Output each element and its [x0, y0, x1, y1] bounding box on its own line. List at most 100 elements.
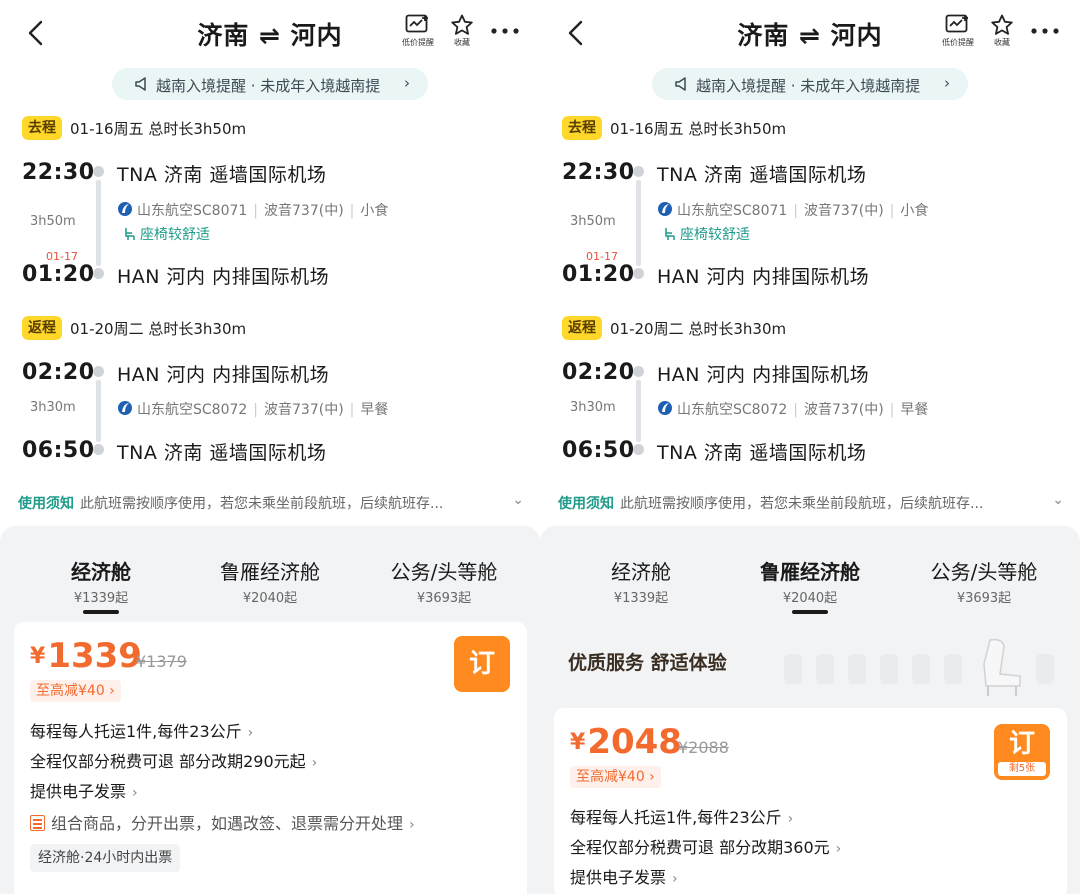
remaining-badge: 剩5张	[998, 762, 1046, 776]
chevron-right-icon: ›	[944, 74, 950, 92]
usage-notice-label: 使用须知	[558, 496, 614, 512]
tab-price: ¥3693起	[956, 591, 1012, 606]
tab-price: ¥2040起	[242, 591, 298, 606]
price-watch-label: 低价提醒	[942, 38, 974, 47]
return-info: 01-20周二 总时长3h30m	[70, 320, 247, 338]
original-price: ¥1379	[136, 652, 187, 671]
entry-notice-banner[interactable]: 越南入境提醒 · 未成年入境越南提 ›	[652, 68, 968, 100]
usage-notice-text: 此航班需按顺序使用，若您未乘坐前段航班，后续航班存...	[620, 496, 984, 512]
return-meal: 早餐	[360, 402, 389, 418]
return-arr-time: 06:50	[562, 438, 635, 463]
timeline-line	[636, 180, 641, 266]
usage-notice-text: 此航班需按顺序使用，若您未乘坐前段航班，后续航班存...	[80, 496, 444, 512]
timeline-dot	[93, 166, 104, 177]
return-info: 01-20周二 总时长3h30m	[610, 320, 787, 338]
fare-card: ¥1339 ¥1379 至高减¥40 › 订 每程每人托运1件,每件23公斤 › …	[14, 622, 527, 894]
combo-notice[interactable]: 组合商品，分开出票，如遇改签、退票需分开处理 ›	[30, 810, 415, 834]
entry-notice-banner[interactable]: 越南入境提醒 · 未成年入境越南提 ›	[112, 68, 428, 100]
tab-price: ¥3693起	[416, 591, 472, 606]
more-icon[interactable]	[1030, 26, 1060, 36]
timeline-line	[96, 180, 101, 266]
star-icon	[991, 14, 1013, 35]
invoice-rule[interactable]: 提供电子发票 ›	[570, 864, 678, 888]
tab-luyan-economy[interactable]: 鲁雁经济舱 ¥2040起	[210, 556, 330, 606]
return-meal: 早餐	[900, 402, 929, 418]
original-price: ¥2088	[678, 738, 729, 757]
return-arr-airport: TNA 济南 遥墙国际机场	[657, 442, 867, 464]
seat-icon	[665, 228, 675, 240]
return-tag: 返程	[22, 316, 62, 340]
timeline-dot	[633, 166, 644, 177]
tab-price: ¥2040起	[782, 591, 838, 606]
megaphone-icon	[675, 77, 686, 91]
tab-price: ¥1339起	[613, 591, 669, 606]
invoice-rule[interactable]: 提供电子发票 ›	[30, 778, 138, 802]
book-button[interactable]: 订剩5张	[994, 724, 1050, 780]
book-button[interactable]: 订	[454, 636, 510, 692]
fare-price: ¥2048	[570, 722, 682, 762]
return-dep-airport: HAN 河内 内排国际机场	[657, 364, 870, 386]
return-tag: 返程	[562, 316, 602, 340]
usage-notice[interactable]: 使用须知 此航班需按顺序使用，若您未乘坐前段航班，后续航班存... ⌄	[558, 493, 1064, 513]
outbound-aircraft: 波音737(中)	[264, 203, 344, 219]
star-icon	[451, 14, 473, 35]
usage-notice[interactable]: 使用须知 此航班需按顺序使用，若您未乘坐前段航班，后续航班存... ⌄	[18, 493, 524, 513]
outbound-aircraft: 波音737(中)	[804, 203, 884, 219]
outbound-meal: 小食	[900, 203, 929, 219]
outbound-arr-airport: HAN 河内 内排国际机场	[657, 266, 870, 288]
tab-economy[interactable]: 经济舱 ¥1339起	[60, 556, 142, 614]
outbound-duration: 3h50m	[30, 214, 76, 229]
price-watch-button[interactable]: 低价提醒	[938, 14, 978, 48]
discount-badge[interactable]: 至高减¥40 ›	[30, 680, 121, 702]
timeline-dot	[633, 366, 644, 377]
favorite-label: 收藏	[454, 38, 470, 47]
tab-name: 鲁雁经济舱	[220, 560, 320, 584]
baggage-rule[interactable]: 每程每人托运1件,每件23公斤 ›	[30, 718, 253, 742]
tab-economy[interactable]: 经济舱 ¥1339起	[600, 556, 682, 606]
outbound-arr-time: 01:20	[562, 262, 635, 287]
outbound-dep-airport: TNA 济南 遥墙国际机场	[117, 164, 327, 186]
return-flight-row: 山东航空SC8072 | 波音737(中) | 早餐	[117, 399, 388, 419]
outbound-arr-time: 01:20	[22, 262, 95, 287]
favorite-button[interactable]: 收藏	[442, 14, 482, 48]
combo-doc-icon	[30, 815, 45, 831]
price-watch-icon	[945, 14, 968, 33]
return-dep-time: 02:20	[22, 360, 95, 385]
return-dep-airport: HAN 河内 内排国际机场	[117, 364, 330, 386]
favorite-button[interactable]: 收藏	[982, 14, 1022, 48]
entry-notice-text: 越南入境提醒 · 未成年入境越南提	[696, 77, 921, 95]
tab-business-first[interactable]: 公务/头等舱 ¥3693起	[914, 556, 1054, 606]
header: 济南 ⇌ 河内 低价提醒 收藏	[540, 0, 1080, 64]
outbound-flight-row: 山东航空SC8071 | 波音737(中) | 小食	[657, 200, 928, 220]
usage-notice-label: 使用须知	[18, 496, 74, 512]
airline-logo-icon	[658, 202, 672, 216]
more-icon[interactable]	[490, 26, 520, 36]
screen-economy: 济南 ⇌ 河内 低价提醒 收藏 越南入境提醒 · 未成年入境越南提 › 去程 0…	[0, 0, 540, 894]
tab-name: 公务/头等舱	[390, 560, 498, 584]
header: 济南 ⇌ 河内 低价提醒 收藏	[0, 0, 540, 64]
baggage-rule[interactable]: 每程每人托运1件,每件23公斤 ›	[570, 804, 793, 828]
outbound-meal: 小食	[360, 203, 389, 219]
refund-rule[interactable]: 全程仅部分税费可退 部分改期290元起 ›	[30, 748, 317, 772]
book-label: 订	[1008, 729, 1035, 759]
outbound-arr-airport: HAN 河内 内排国际机场	[117, 266, 330, 288]
return-dep-time: 02:20	[562, 360, 635, 385]
tab-underline	[792, 610, 828, 614]
discount-badge[interactable]: 至高减¥40 ›	[570, 766, 661, 788]
tab-luyan-economy[interactable]: 鲁雁经济舱 ¥2040起	[750, 556, 870, 614]
refund-rule[interactable]: 全程仅部分税费可退 部分改期360元 ›	[570, 834, 841, 858]
price-watch-label: 低价提醒	[402, 38, 434, 47]
screen-luyan-economy: 济南 ⇌ 河内 低价提醒 收藏 越南入境提醒 · 未成年入境越南提 › 去程 0…	[540, 0, 1080, 894]
outbound-comfort-text: 座椅较舒适	[680, 227, 750, 243]
airline-logo-icon	[118, 202, 132, 216]
price-watch-button[interactable]: 低价提醒	[398, 14, 438, 48]
tab-name: 经济舱	[611, 560, 671, 584]
return-arr-time: 06:50	[22, 438, 95, 463]
tab-price: ¥1339起	[73, 591, 129, 606]
outbound-flight-row: 山东航空SC8071 | 波音737(中) | 小食	[117, 200, 388, 220]
outbound-info: 01-16周五 总时长3h50m	[610, 120, 787, 138]
outbound-airline: 山东航空SC8071	[137, 203, 248, 219]
entry-notice-text: 越南入境提醒 · 未成年入境越南提	[156, 77, 381, 95]
outbound-info: 01-16周五 总时长3h50m	[70, 120, 247, 138]
tab-business-first[interactable]: 公务/头等舱 ¥3693起	[374, 556, 514, 606]
